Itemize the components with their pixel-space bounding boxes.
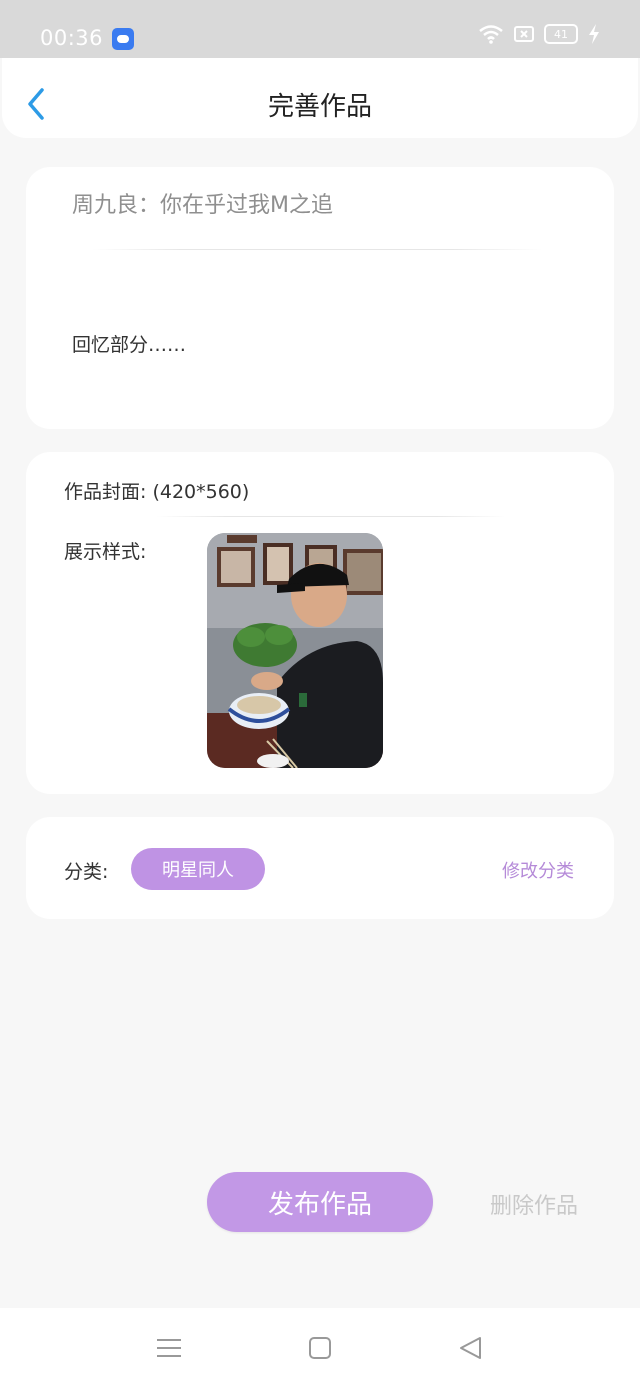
category-label: 分类: [64,861,109,883]
cover-photo [207,533,383,768]
header: 完善作品 [2,58,638,138]
status-bar: 00:36 41 [0,0,640,58]
app-notification-icon [112,28,134,50]
content-input[interactable]: 回忆部分…… [72,330,186,357]
status-icons: 41 [478,24,600,44]
cover-card: 作品封面: (420*560) 展示样式: [26,452,614,794]
edit-category-link[interactable]: 修改分类 [502,857,574,883]
page-title: 完善作品 [267,92,372,122]
publish-button[interactable]: 发布作品 [207,1172,433,1232]
display-style-label: 展示样式: [64,541,147,563]
editor-card: 周九良：你在乎过我M之追 回忆部分…… [26,167,614,429]
sim-icon [514,26,534,42]
category-card: 分类: 明星同人 修改分类 [26,817,614,919]
menu-icon[interactable] [154,1335,184,1361]
delete-button[interactable]: 删除作品 [490,1188,578,1220]
title-input[interactable]: 周九良：你在乎过我M之追 [72,187,333,219]
cover-image[interactable] [207,533,383,768]
wifi-icon [479,25,503,44]
status-time: 00:36 [40,26,104,50]
battery-icon: 41 [544,24,578,44]
cover-label: 作品封面: (420*560) [64,481,250,503]
divider [156,516,506,517]
divider [92,249,542,250]
charging-icon [589,24,599,44]
back-triangle-icon[interactable] [456,1335,486,1361]
category-tag: 明星同人 [131,848,265,890]
home-icon[interactable] [305,1335,335,1361]
system-navigation-bar [0,1308,640,1387]
